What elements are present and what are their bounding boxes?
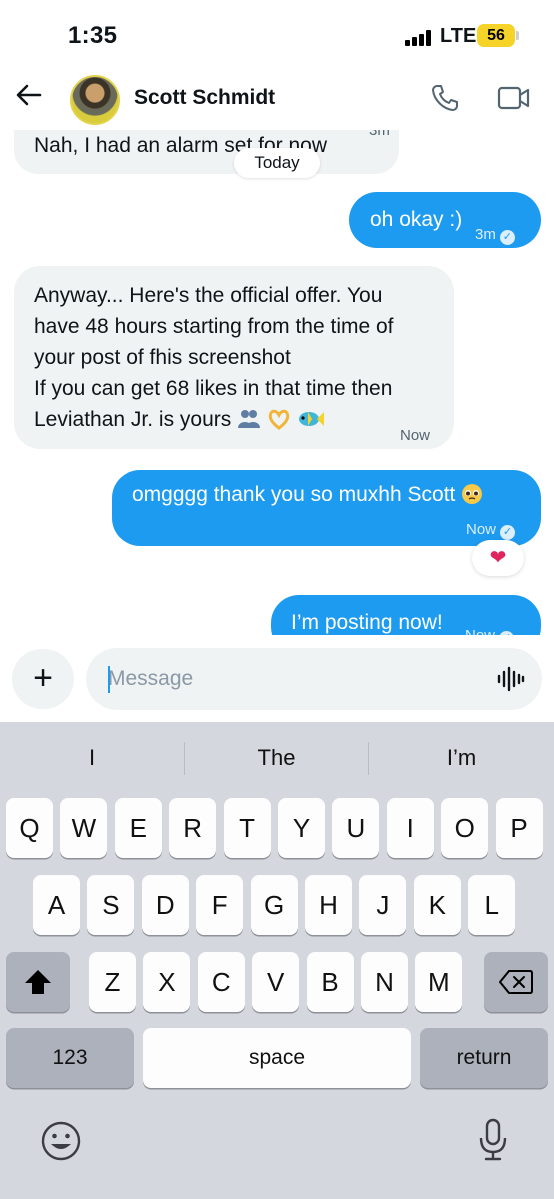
fish-emoji-icon xyxy=(298,412,324,426)
key-j[interactable]: J xyxy=(359,875,407,935)
phone-icon[interactable] xyxy=(430,83,460,113)
keyboard: I The I’m QWERTYUIOP ASDFGHJKL ZXCVBNM 1… xyxy=(0,722,554,1199)
shift-key[interactable] xyxy=(6,952,70,1012)
key-g[interactable]: G xyxy=(250,875,298,935)
message-thread[interactable]: Nah, I had an alarm set for now 3m Today… xyxy=(0,130,554,635)
key-b[interactable]: B xyxy=(306,952,354,1012)
emoji-group xyxy=(237,408,325,439)
message-input[interactable] xyxy=(86,648,542,710)
delete-key[interactable] xyxy=(484,952,548,1012)
key-q[interactable]: Q xyxy=(6,798,53,858)
signal-icon xyxy=(405,30,435,46)
message-time: Now xyxy=(466,521,497,538)
chat-header: Scott Schmidt xyxy=(0,70,554,130)
key-x[interactable]: X xyxy=(143,952,191,1012)
add-attachment-button[interactable]: + xyxy=(12,649,74,709)
key-h[interactable]: H xyxy=(305,875,352,935)
key-y[interactable]: Y xyxy=(278,798,325,858)
message-text: oh okay :) xyxy=(370,208,463,231)
key-o[interactable]: O xyxy=(441,798,489,858)
message-meta: 3m ✓ xyxy=(475,219,515,250)
key-t[interactable]: T xyxy=(223,798,271,858)
key-i[interactable]: I xyxy=(386,798,434,858)
dictation-microphone-icon[interactable] xyxy=(478,1118,508,1162)
message-time: Now xyxy=(465,627,495,635)
key-r[interactable]: R xyxy=(169,798,217,858)
voice-message-icon[interactable] xyxy=(497,666,525,692)
back-arrow-icon[interactable] xyxy=(14,80,44,110)
message-bubble-outgoing[interactable]: oh okay :) 3m ✓ xyxy=(349,192,541,248)
status-time: 1:35 xyxy=(68,22,118,49)
numbers-key[interactable]: 123 xyxy=(6,1028,134,1088)
message-bubble-outgoing[interactable]: omgggg thank you so muxhh Scott Now ✓ xyxy=(112,470,541,546)
message-bubble-incoming[interactable]: Nah, I had an alarm set for now 3m xyxy=(14,130,399,174)
message-text: I’m posting now! xyxy=(291,611,443,634)
key-f[interactable]: F xyxy=(196,875,244,935)
message-text: Anyway... Here's the official offer. You… xyxy=(34,284,394,431)
message-time: Now xyxy=(400,427,431,444)
message-time: 3m xyxy=(475,226,496,243)
message-text: omgggg thank you so muxhh Scott xyxy=(132,483,456,506)
return-key[interactable]: return xyxy=(420,1028,548,1088)
battery-tip xyxy=(516,31,519,40)
heart-hands-emoji-icon xyxy=(268,409,290,430)
heart-reaction-icon[interactable]: ❤ xyxy=(472,540,524,576)
key-c[interactable]: C xyxy=(197,952,245,1012)
suggestion[interactable]: I’m xyxy=(369,722,554,794)
video-call-icon[interactable] xyxy=(497,85,531,111)
battery-icon: 56 xyxy=(477,24,515,47)
pleading-face-emoji-icon xyxy=(461,483,483,514)
network-label: LTE xyxy=(440,25,477,47)
date-separator: Today xyxy=(234,148,320,178)
key-u[interactable]: U xyxy=(332,798,380,858)
people-emoji-icon xyxy=(238,410,261,428)
space-key[interactable]: space xyxy=(143,1028,411,1088)
read-check-icon: ✓ xyxy=(500,525,516,540)
key-s[interactable]: S xyxy=(87,875,135,935)
message-bubble-outgoing[interactable]: I’m posting now! Now✓ xyxy=(271,595,541,635)
suggestion[interactable]: I xyxy=(0,722,184,794)
composer: + xyxy=(0,635,554,722)
key-m[interactable]: M xyxy=(415,952,463,1012)
key-n[interactable]: N xyxy=(361,952,408,1012)
key-p[interactable]: P xyxy=(495,798,543,858)
status-bar: 1:35 LTE 56 xyxy=(0,0,554,70)
read-check-icon: ✓ xyxy=(499,230,515,245)
contact-name[interactable]: Scott Schmidt xyxy=(134,86,275,110)
key-l[interactable]: L xyxy=(468,875,516,935)
key-e[interactable]: E xyxy=(114,798,162,858)
emoji-keyboard-icon[interactable] xyxy=(40,1120,82,1162)
key-a[interactable]: A xyxy=(33,875,80,935)
key-z[interactable]: Z xyxy=(89,952,136,1012)
key-k[interactable]: K xyxy=(413,875,461,935)
text-cursor xyxy=(108,666,110,693)
message-meta: Now✓ xyxy=(465,620,515,635)
suggestion[interactable]: The xyxy=(185,722,368,794)
message-time: 3m xyxy=(369,130,390,139)
key-w[interactable]: W xyxy=(60,798,108,858)
key-v[interactable]: V xyxy=(252,952,300,1012)
message-bubble-incoming[interactable]: Anyway... Here's the official offer. You… xyxy=(14,266,454,449)
avatar[interactable] xyxy=(70,75,120,125)
key-d[interactable]: D xyxy=(141,875,189,935)
